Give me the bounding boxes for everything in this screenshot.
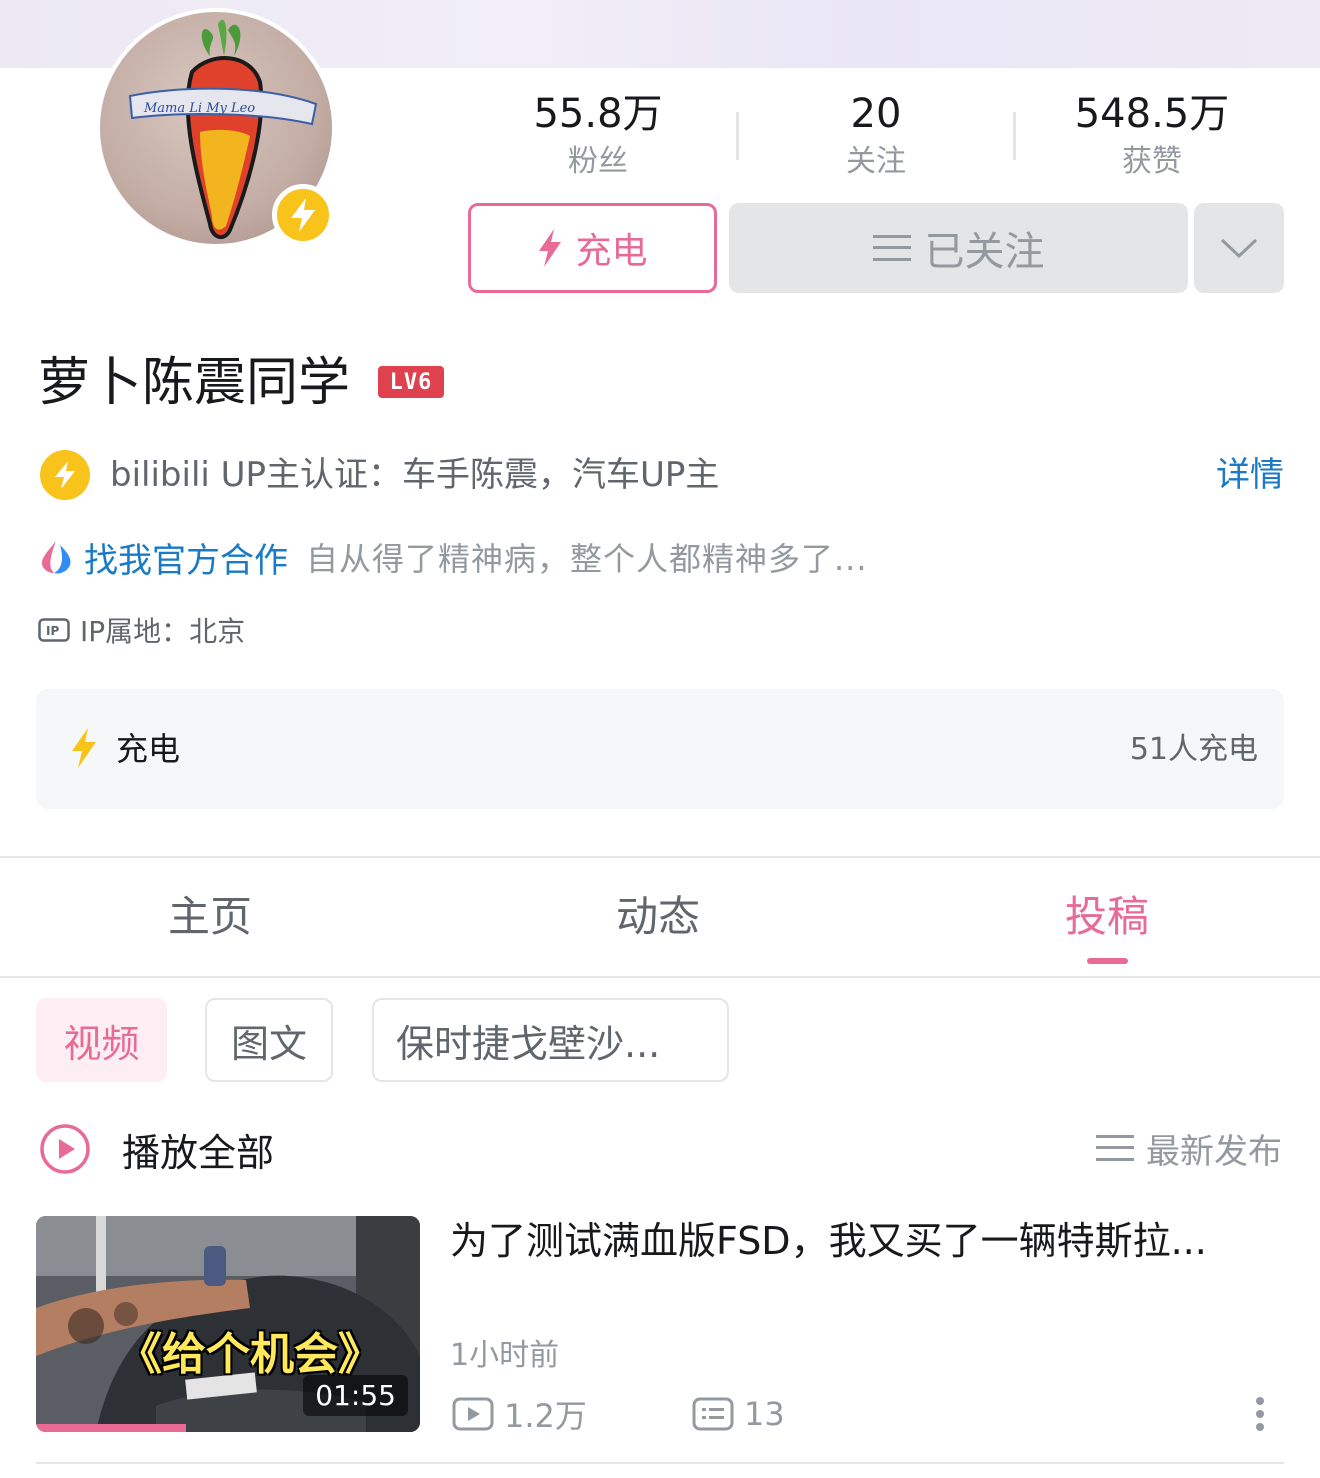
tab-uploads[interactable]: 投稿: [1007, 888, 1207, 946]
filter-chip-video[interactable]: 视频: [36, 998, 167, 1082]
filter-chip-article[interactable]: 图文: [205, 998, 333, 1082]
stat-fans-value: 55.8万: [533, 91, 663, 137]
ip-icon: IP: [38, 618, 70, 642]
verified-icon: [40, 450, 90, 500]
charge-count: 51人充电: [1129, 732, 1258, 767]
verification-row: bilibili UP主认证：车手陈震，汽车UP主 详情: [38, 448, 1284, 500]
stat-following-label: 关注: [846, 144, 906, 179]
tab-dynamic[interactable]: 动态: [558, 888, 758, 946]
stat-likes-value: 548.5万: [1074, 91, 1230, 137]
stat-fans-label: 粉丝: [568, 144, 628, 179]
comment-count-value: 13: [744, 1395, 785, 1433]
video-comment-count: 13: [692, 1394, 785, 1434]
bio-text[interactable]: 自从得了精神病，整个人都精神多了...: [306, 534, 868, 580]
stat-divider: [736, 112, 739, 160]
divider: [0, 976, 1320, 978]
play-all-label: 播放全部: [122, 1130, 275, 1175]
filter-chip-collection[interactable]: 保时捷戈壁沙...: [372, 998, 729, 1082]
cooperation-logo-icon: [42, 541, 71, 574]
play-count-icon: [452, 1397, 494, 1431]
up-verified-badge: [272, 184, 334, 246]
charge-panel-label: 充电: [116, 730, 181, 768]
menu-lines-icon: [1096, 1135, 1134, 1161]
lightning-icon: [55, 461, 75, 489]
video-publish-time: 1小时前: [450, 1338, 560, 1373]
stats-bar: 55.8万 粉丝 20 关注 548.5万 获赞: [460, 88, 1290, 188]
svg-text:Mama Li My Leo: Mama Li My Leo: [143, 101, 255, 116]
comment-icon: [692, 1397, 734, 1431]
tab-home[interactable]: 主页: [110, 888, 310, 946]
video-play-count: 1.2万: [452, 1394, 587, 1435]
follow-button[interactable]: 已关注: [729, 203, 1188, 293]
profile-tabs: 主页 动态 投稿: [0, 858, 1320, 976]
active-tab-indicator: [1087, 958, 1128, 964]
stat-following[interactable]: 20 关注: [756, 88, 996, 184]
avatar-container[interactable]: Mama Li My Leo: [96, 8, 336, 248]
verification-detail-link[interactable]: 详情: [1216, 452, 1284, 498]
follow-button-label: 已关注: [924, 229, 1045, 275]
play-circle-icon: [40, 1124, 90, 1174]
video-title[interactable]: 为了测试满血版FSD，我又买了一辆特斯拉...: [450, 1216, 1280, 1266]
sort-label: 最新发布: [1146, 1131, 1282, 1172]
thumbnail-caption: 《给个机会》: [118, 1329, 382, 1380]
lightning-icon: [291, 198, 315, 232]
video-duration: 01:55: [303, 1375, 408, 1416]
play-count-value: 1.2万: [504, 1397, 587, 1435]
more-vertical-icon[interactable]: [1254, 1396, 1266, 1432]
menu-lines-icon: [872, 235, 911, 261]
play-all-button[interactable]: 播放全部: [38, 1120, 274, 1178]
charge-panel[interactable]: 充电 51人充电: [36, 689, 1284, 809]
video-thumbnail[interactable]: 《给个机会》 01:55: [36, 1216, 420, 1432]
svg-text:IP: IP: [46, 624, 59, 638]
ip-location-text: IP属地：北京: [80, 615, 246, 648]
bio-row: 找我官方合作 自从得了精神病，整个人都精神多了...: [38, 532, 868, 582]
stat-fans[interactable]: 55.8万 粉丝: [478, 88, 718, 184]
stat-likes[interactable]: 548.5万 获赞: [1032, 88, 1272, 184]
more-actions-button[interactable]: [1194, 203, 1284, 293]
ip-location-row: IP IP属地：北京: [38, 610, 245, 650]
verification-text: bilibili UP主认证：车手陈震，汽车UP主: [110, 455, 720, 495]
stat-likes-label: 获赞: [1122, 144, 1182, 179]
video-item[interactable]: 《给个机会》 01:55 为了测试满血版FSD，我又买了一辆特斯拉... 1小时…: [36, 1216, 1284, 1435]
lightning-icon: [539, 229, 562, 267]
level-badge: LV6: [378, 366, 444, 398]
stat-divider: [1013, 112, 1016, 160]
username: 萝卜陈震同学: [38, 353, 351, 413]
stat-following-value: 20: [850, 91, 902, 137]
lightning-icon: [72, 728, 96, 768]
chevron-down-icon: [1220, 238, 1258, 259]
watch-progress-bar: [36, 1424, 186, 1432]
divider: [36, 1462, 1284, 1464]
charge-button-label: 充电: [575, 231, 648, 272]
charge-button[interactable]: 充电: [468, 203, 717, 293]
cooperation-link[interactable]: 找我官方合作: [84, 533, 288, 582]
sort-button[interactable]: 最新发布: [1096, 1124, 1282, 1172]
